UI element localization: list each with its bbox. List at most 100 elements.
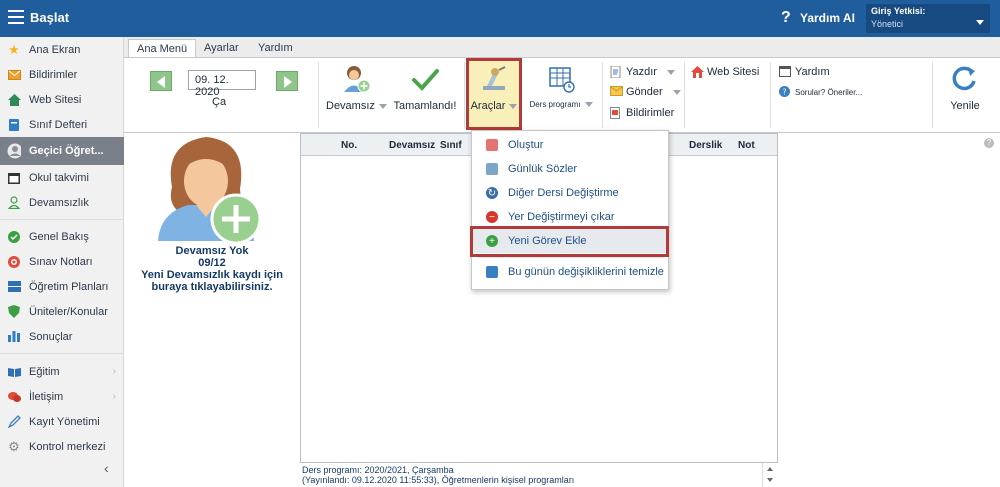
footer-scrollbar[interactable]: [762, 463, 777, 487]
absence-date: 09/12: [198, 257, 226, 269]
date-field[interactable]: 09. 12. 2020: [188, 70, 256, 98]
sidebar-item-exam-grades[interactable]: Sınav Notları: [0, 249, 124, 274]
menu-item-label: Bu günün değişikliklerini temizle: [508, 266, 664, 278]
target-icon: [7, 255, 21, 269]
menu-item-clear-today-changes[interactable]: Bu günün değişikliklerini temizle: [472, 260, 668, 284]
help-ai-button[interactable]: Yardım AI: [800, 11, 855, 25]
sidebar-item-control-center[interactable]: ⚙ Kontrol merkezi: [0, 434, 124, 459]
website-button[interactable]: Web Sitesi: [691, 66, 759, 78]
sidebar-item-label: Sonuçlar: [29, 330, 73, 343]
scroll-down-icon[interactable]: [767, 478, 773, 482]
sidebar-item-teaching-plans[interactable]: Öğretim Planları: [0, 274, 124, 299]
sidebar-item-results[interactable]: Sonuçlar: [0, 324, 124, 349]
menu-item-change-other-lesson[interactable]: ↻ Diğer Dersi Değiştirme: [472, 181, 668, 205]
chevron-down-icon: [976, 20, 984, 25]
sidebar-item-website[interactable]: Web Sitesi: [0, 87, 124, 112]
column-header-absent[interactable]: Devamsız: [389, 140, 435, 151]
ribbon-divider: [770, 62, 771, 128]
ribbon-divider: [602, 62, 603, 128]
absent-button[interactable]: Devamsız: [326, 64, 387, 112]
absence-hint[interactable]: Devamsız Yok 09/12 Yeni Devamsızlık kayd…: [124, 245, 300, 293]
user-outline-icon: [7, 196, 21, 210]
column-header-room[interactable]: Derslik: [689, 140, 722, 151]
checkmark-icon: [412, 69, 439, 91]
sidebar-item-label: Üniteler/Konular: [29, 305, 108, 318]
app-title[interactable]: Başlat: [30, 10, 69, 25]
add-person-icon: [344, 66, 371, 93]
sidebar-item-label: Sınıf Defteri: [29, 118, 88, 131]
sidebar-item-substitute-teacher[interactable]: Geçici Öğret...: [0, 137, 124, 165]
ribbon-tabs: Ana Menü Ayarlar Yardım: [124, 37, 1000, 57]
tab-settings[interactable]: Ayarlar: [196, 39, 247, 57]
sidebar-divider: [0, 353, 124, 354]
bar-chart-icon: [7, 330, 21, 344]
role-value: Yönetici: [871, 19, 904, 29]
sidebar-item-home[interactable]: ★ Ana Ekran: [0, 37, 124, 62]
gear-icon: ⚙: [8, 438, 20, 454]
menu-item-label: Oluştur: [508, 139, 544, 151]
home-icon: [691, 66, 704, 78]
help-button[interactable]: Yardım: [779, 66, 830, 78]
sidebar-item-units-topics[interactable]: Üniteler/Konular: [0, 299, 124, 324]
next-day-button[interactable]: [276, 71, 298, 91]
chevron-down-icon: [666, 69, 675, 75]
chevron-right-icon: ›: [112, 366, 116, 377]
sidebar-item-communication[interactable]: İletişim ›: [0, 384, 124, 409]
sidebar-item-label: Ana Ekran: [29, 43, 81, 56]
notifications-button[interactable]: Bildirimler: [610, 107, 674, 119]
previous-day-button[interactable]: [150, 71, 172, 91]
notifications-label: Bildirimler: [626, 107, 675, 119]
questions-suggestions-button[interactable]: ? Sorular? Öneriler...: [779, 86, 862, 98]
top-bar: Başlat ? Yardım AI Giriş Yetkisi: Yöneti…: [0, 0, 1000, 37]
star-icon: ★: [8, 41, 20, 57]
chat-icon: [7, 390, 21, 404]
envelope-icon: [610, 86, 623, 98]
chevron-right-icon: ›: [112, 391, 116, 402]
tab-help[interactable]: Yardım: [250, 39, 301, 57]
calendar-icon: [7, 171, 21, 185]
help-label: Yardım: [795, 66, 830, 78]
column-header-class[interactable]: Sınıf: [440, 140, 462, 151]
chevron-down-icon: [378, 103, 387, 109]
schedule-info-line: Ders programı: 2020/2021, Çarşamba: [302, 465, 454, 475]
quote-icon: [486, 163, 498, 175]
chevron-down-icon: [584, 102, 593, 108]
sidebar-item-label: Eğitim: [29, 365, 60, 378]
help-question-icon[interactable]: ?: [781, 9, 791, 27]
column-header-note[interactable]: Not: [738, 140, 755, 151]
day-name: Ça: [212, 96, 227, 108]
collapse-sidebar-icon[interactable]: ‹: [104, 460, 109, 476]
print-button[interactable]: Yazdır: [610, 65, 675, 79]
print-icon: [610, 65, 622, 79]
menu-item-daily-quotes[interactable]: Günlük Sözler: [472, 157, 668, 181]
sidebar-item-class-register[interactable]: Sınıf Defteri: [0, 112, 124, 137]
schedule-info: Ders programı: 2020/2021, Çarşamba (Yayı…: [302, 465, 772, 485]
sidebar-item-overview[interactable]: Genel Bakış: [0, 224, 124, 249]
info-icon: ?: [779, 86, 791, 98]
ribbon-divider: [464, 62, 465, 128]
send-button[interactable]: Gönder: [610, 86, 681, 98]
menu-item-create[interactable]: Oluştur: [472, 133, 668, 157]
sidebar-item-school-calendar[interactable]: Okul takvimi: [0, 165, 124, 190]
completed-button[interactable]: Tamamlandı!: [392, 64, 458, 112]
absent-label: Devamsız: [326, 100, 375, 112]
refresh-button[interactable]: Yenile: [940, 64, 990, 112]
sidebar-item-absence[interactable]: Devamsızlık: [0, 190, 124, 215]
send-label: Gönder: [626, 86, 663, 98]
schedule-button[interactable]: Ders programı: [528, 64, 594, 109]
help-circle-icon[interactable]: ?: [984, 138, 994, 148]
sidebar-item-education[interactable]: Eğitim ›: [0, 359, 124, 384]
scroll-up-icon[interactable]: [767, 467, 773, 471]
schedule-icon: [549, 67, 575, 93]
role-selector[interactable]: Giriş Yetkisi: Yönetici: [866, 4, 990, 33]
sidebar: ★ Ana Ekran Bildirimler Web Sitesi Sınıf…: [0, 37, 124, 487]
sidebar-divider: [0, 219, 124, 220]
hamburger-menu-icon[interactable]: [8, 10, 24, 24]
sidebar-item-registration-management[interactable]: Kayıt Yönetimi: [0, 409, 124, 434]
tab-main-menu[interactable]: Ana Menü: [128, 39, 197, 57]
sidebar-item-notifications[interactable]: Bildirimler: [0, 62, 124, 87]
schedule-label: Ders programı: [529, 100, 581, 109]
column-header-no[interactable]: No.: [341, 140, 357, 151]
sidebar-item-label: Kayıt Yönetimi: [29, 415, 100, 428]
absence-hint-line: buraya tıklayabilirsiniz.: [151, 281, 273, 293]
